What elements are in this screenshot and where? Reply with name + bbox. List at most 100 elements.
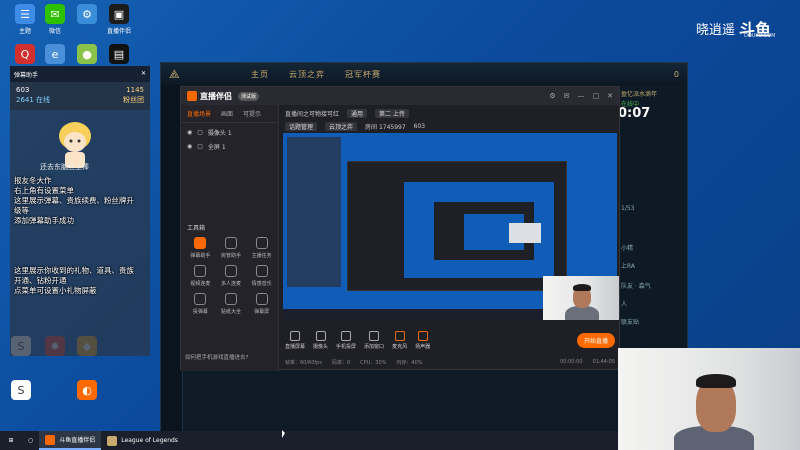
tool-item[interactable]: 弹幕屏 [246, 293, 277, 315]
tool-icon [224, 293, 237, 305]
toolbox-grid: 弹幕助手 房管助手 主播任务视频连麦 多人连麦 情感音乐投弹幕 贴纸大全 弹幕屏 [185, 237, 277, 315]
source-label: 直播屏幕 [285, 343, 306, 350]
clock-status: 01:44:05 [592, 359, 615, 365]
maximize-icon[interactable]: □ [593, 92, 600, 100]
desktop-icon[interactable]: S [6, 380, 36, 402]
lock-icon[interactable]: ▢ [197, 143, 203, 150]
s-app2-icon: S [11, 380, 31, 400]
tool-label: 弹幕屏 [254, 309, 270, 315]
desktop-icon[interactable]: ▤ [104, 44, 134, 66]
danmu-line: 添加弹幕助手成功 [14, 216, 74, 225]
cpu-status: CPU：30% [360, 359, 387, 366]
tool-icon [194, 237, 207, 249]
desktop-icon[interactable]: ▣ 直播伴侣 [104, 4, 134, 35]
live-duration: 00:00:00 [560, 359, 583, 365]
edit-field[interactable]: 第二 上传 [375, 108, 409, 118]
gift-messages: 这里展示你收到的礼物、道具、贵族 开通、钻粉开通 点菜单可设置小礼物屏蔽 [14, 266, 134, 296]
tab-hints[interactable]: 可提示 [243, 109, 261, 118]
tool-icon [224, 237, 237, 249]
game-category[interactable]: 云顶之弈 [325, 121, 358, 131]
douyu-app-icon [45, 434, 56, 445]
scene-item-fullscreen[interactable]: ◉ ▢ 全屏 1 [181, 137, 278, 151]
live-icon: ◐ [77, 380, 97, 400]
desktop-icon[interactable]: ✉ 微信 [40, 4, 70, 35]
minimize-icon[interactable]: — [578, 92, 585, 100]
phone-cast-button[interactable]: 手机投屏 [336, 330, 356, 350]
taskbar-search-icon[interactable]: ○ [22, 431, 39, 450]
microphone-button[interactable]: 麦克风 [392, 330, 408, 350]
game-tab-worlds[interactable]: 冠军杯赛 [335, 69, 391, 80]
settings-icon[interactable]: ⚙ [549, 92, 555, 100]
windows-start-icon[interactable]: ⊞ [0, 437, 22, 444]
wechat-icon: ✉ [45, 4, 65, 24]
desktop-icon[interactable]: Q [10, 44, 40, 66]
tool-item[interactable]: 视频连麦 [185, 265, 216, 287]
tool-item[interactable]: 弹幕助手 [185, 237, 216, 259]
lock-icon[interactable]: ▢ [197, 129, 203, 136]
close-icon[interactable]: ✕ [607, 92, 613, 100]
screen-capture-button[interactable]: 直播屏幕 [285, 330, 306, 350]
danmu-line: 这里展示你收到的礼物、道具、贵族 [14, 266, 134, 275]
fps-status: 帧率：60/60fps [285, 359, 322, 366]
taskbar-item-douyu[interactable]: 斗鱼直播伴侣 [39, 431, 102, 450]
mouse-cursor [282, 430, 285, 438]
eye-icon[interactable]: ◉ [187, 129, 192, 136]
speaker-icon [417, 330, 428, 341]
close-icon[interactable]: ✕ [141, 70, 146, 78]
tab-picture[interactable]: 画面 [221, 109, 233, 118]
tool-item[interactable]: 多人连麦 [216, 265, 247, 287]
eye-icon[interactable]: ◉ [187, 143, 192, 150]
tool-item[interactable]: 情感音乐 [246, 265, 277, 287]
preview-webcam [509, 223, 541, 243]
start-stream-button[interactable]: 开始直播 [576, 332, 615, 348]
add-window-button[interactable]: 添加窗口 [364, 330, 384, 350]
settings-icon: ⚙ [77, 4, 97, 24]
ball-icon: ● [77, 44, 97, 64]
help-notice[interactable]: 如何把手机游戏直播进去? [185, 353, 248, 361]
tool-label: 视频连麦 [190, 281, 211, 287]
category-field[interactable]: 通用 [347, 108, 368, 118]
topic-button[interactable]: 话题管理 [285, 121, 318, 131]
danmu-line: 这里展示弹幕、贵族续费、粉丝牌升 [14, 196, 134, 205]
game-coins: 0 [673, 69, 679, 79]
lol-logo-icon: ⟁ [169, 66, 181, 81]
mail-icon[interactable]: ✉ [564, 92, 570, 100]
desktop-icon[interactable]: ◐ [72, 380, 102, 402]
game-tab-tft[interactable]: 云顶之弈 [279, 69, 335, 80]
danmu-messages: 报友冬大作 右上角有设置菜单 这里展示弹幕、贵族续费、粉丝牌升 级等 添加弹幕助手成功 [14, 176, 134, 226]
streaming-app-window[interactable]: 直播伴侣 测试版 ⚙ ✉ — □ ✕ 直播场景 画面 可提示 ◉ ▢ 摄像头 1 … [180, 86, 621, 371]
tool-label: 多人连麦 [220, 281, 241, 287]
app-titlebar: 直播伴侣 测试版 ⚙ ✉ — □ ✕ [181, 87, 619, 105]
camera-icon [315, 330, 326, 341]
tool-label: 贴纸大全 [220, 309, 241, 315]
preview-overlay [287, 137, 341, 287]
source-label: 麦克风 [392, 343, 408, 350]
tool-icon [255, 293, 268, 305]
game-top-nav: ⟁ 主页 云顶之弈 冠军杯赛 0 [161, 63, 687, 85]
desktop-icon[interactable]: ⚙ [72, 4, 102, 26]
tool-item[interactable]: 主播任务 [246, 237, 277, 259]
webcam-preview-small [543, 276, 619, 320]
speaker-button[interactable]: 扬声器 [415, 330, 430, 350]
tab-scenes[interactable]: 直播场景 [187, 109, 211, 118]
friends-row: 人 [621, 301, 628, 308]
desktop-icon[interactable]: ● [72, 44, 102, 66]
game-tab-home[interactable]: 主页 [241, 69, 279, 80]
camera-button[interactable]: 摄像头 [313, 330, 328, 350]
danmu-line: 级等 [14, 206, 29, 215]
webcam-feed [618, 348, 800, 450]
stream-title[interactable]: 直播间之可物接可红 [285, 109, 339, 118]
desktop-icon-label: 直播伴侣 [106, 28, 131, 35]
tool-item[interactable]: 贴纸大全 [216, 293, 247, 315]
danmu-line: 开通、钻粉开通 [14, 276, 67, 285]
app-main-area: 直播间之可物接可红 通用 第二 上传 话题管理 云顶之弈 房间 1745997 … [279, 105, 621, 371]
taskbar-item-lol[interactable]: League of Legends [101, 431, 184, 450]
tool-item[interactable]: 投弹幕 [185, 293, 216, 315]
desktop-icon[interactable]: e [40, 44, 70, 66]
scene-item-camera[interactable]: ◉ ▢ 摄像头 1 [181, 123, 278, 137]
desktop-icon[interactable]: ☰ 主题 [10, 4, 40, 35]
microphone-icon [394, 330, 405, 341]
danmu-line: 右上角有设置菜单 [14, 186, 74, 195]
tool-item[interactable]: 房管助手 [216, 237, 247, 259]
tool-icon [194, 293, 207, 305]
